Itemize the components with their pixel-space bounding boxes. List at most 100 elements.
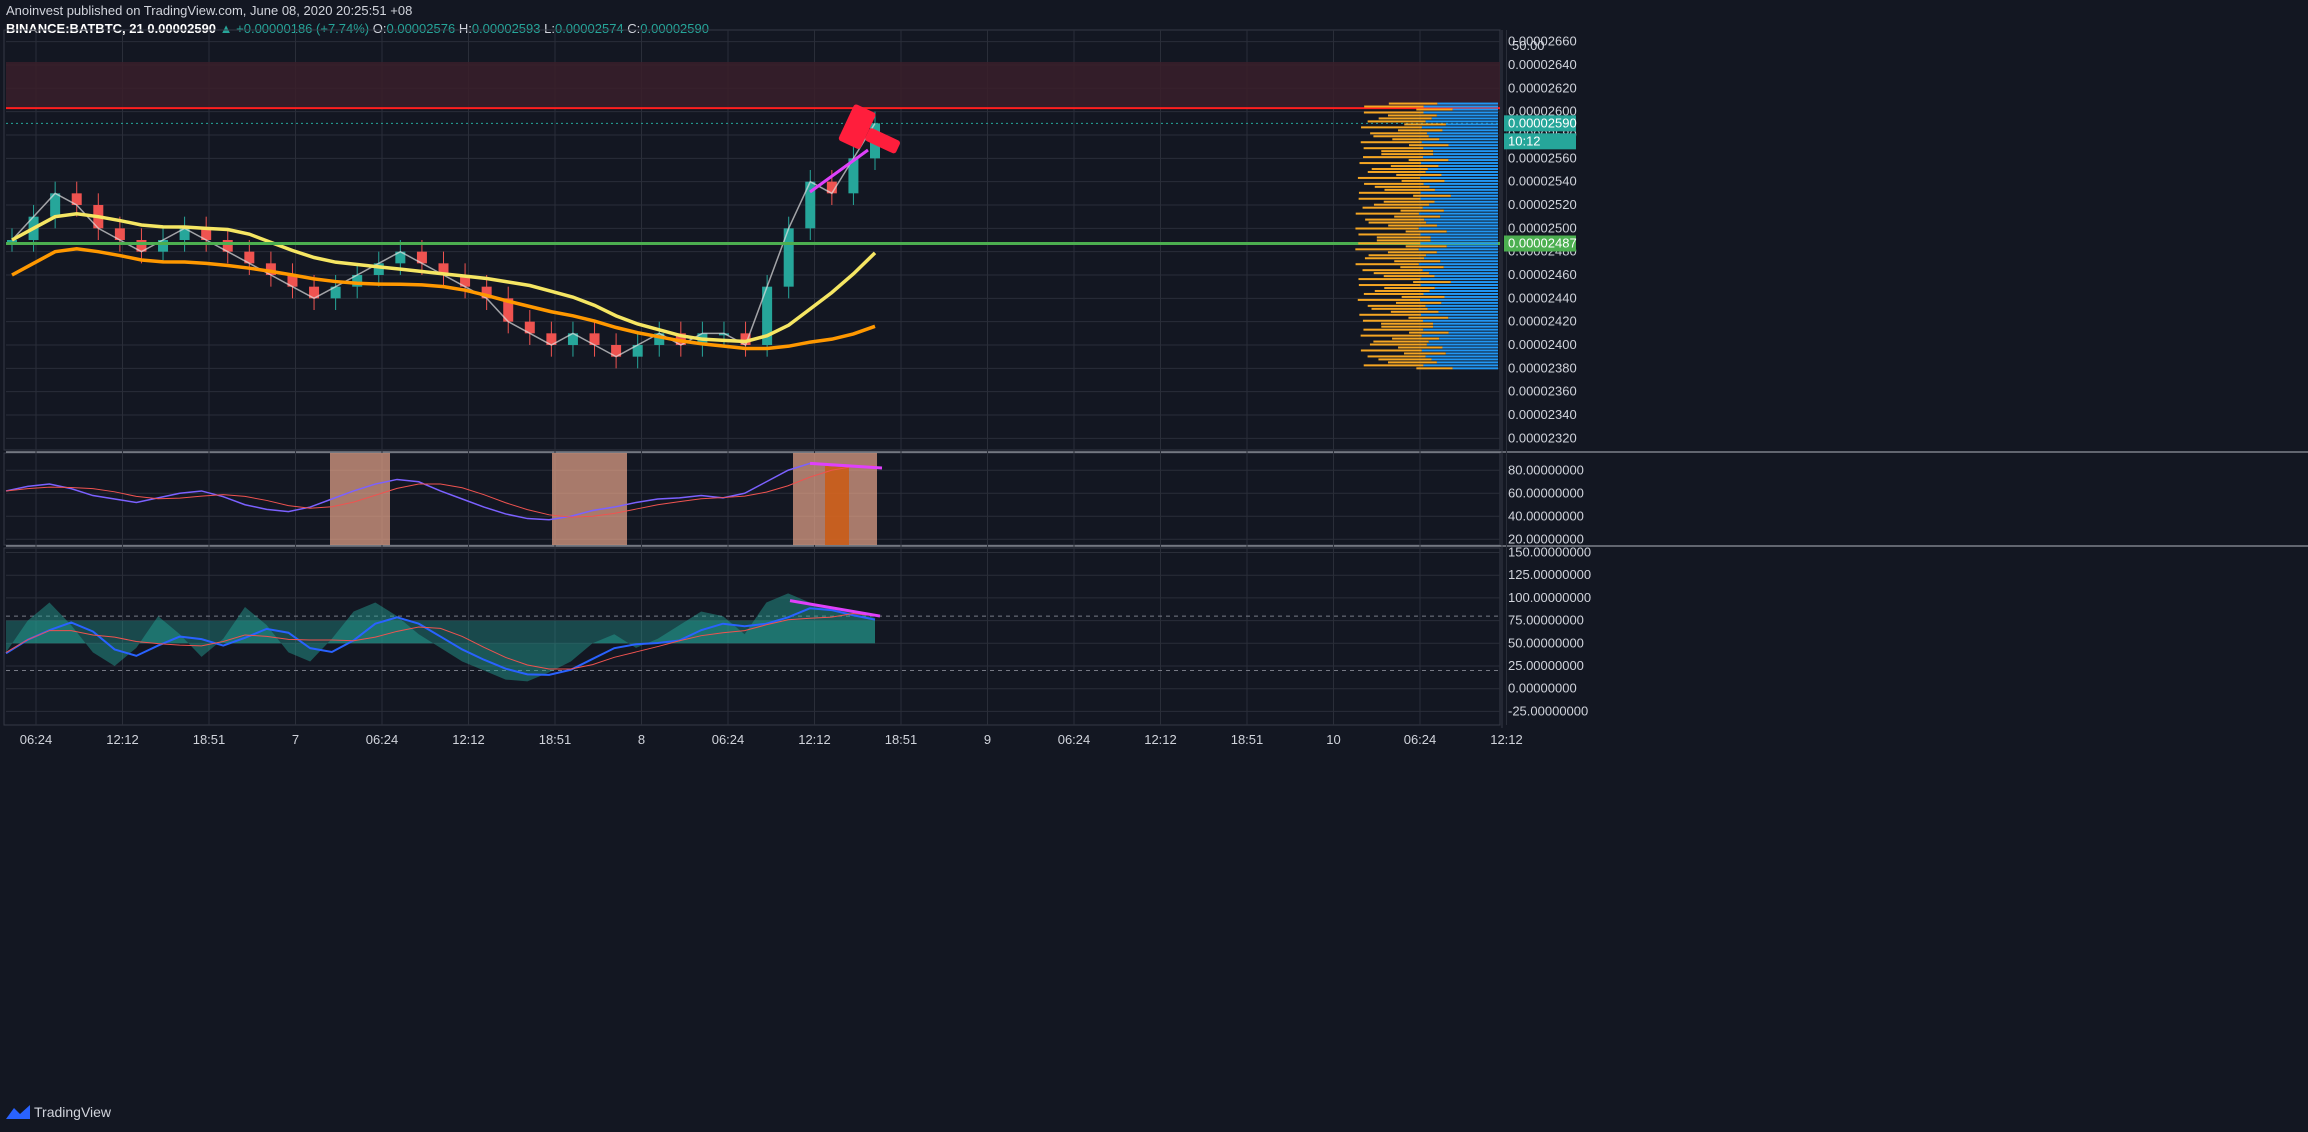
volume-profile-bar <box>1378 117 1432 120</box>
volume-profile-bar <box>1387 361 1437 364</box>
volume-profile-bar <box>1420 278 1498 281</box>
volume-profile-bar <box>1428 135 1498 138</box>
volume-profile-bar <box>1371 168 1428 171</box>
volume-profile-bar <box>1427 307 1498 310</box>
volume-profile-bar <box>1358 242 1421 245</box>
time-tick-label: 06:24 <box>1404 732 1437 747</box>
volume-profile-bar <box>1373 135 1429 138</box>
volume-profile-bar <box>1426 254 1498 257</box>
volume-profile-bar <box>1421 334 1498 337</box>
volume-profile-bar <box>1374 185 1430 188</box>
time-tick-label: 8 <box>638 732 645 747</box>
volume-profile-bar <box>1384 188 1435 191</box>
volume-profile-bar <box>1413 194 1451 197</box>
volume-profile-bar <box>1394 215 1441 218</box>
volume-profile-bar <box>1425 304 1498 307</box>
volume-profile-bar <box>1365 218 1425 221</box>
price-tick-label: 0.00002520 <box>1508 197 1577 212</box>
volume-profile-bar <box>1358 233 1421 236</box>
price-tick-label: 0.00002620 <box>1508 80 1577 95</box>
chart-canvas[interactable]: 0.000026600.000026400.000026200.00002600… <box>0 0 2308 1132</box>
price-tick-label: 0.00002340 <box>1508 407 1577 422</box>
countdown-badge-text: 10:12 <box>1508 133 1541 148</box>
volume-profile-bar <box>1362 269 1423 272</box>
volume-profile-bar <box>1394 260 1441 263</box>
volume-profile-bar <box>1363 328 1424 331</box>
oscillator-panel[interactable] <box>5 593 1500 682</box>
volume-profile-bar <box>1387 251 1437 254</box>
volume-profile-bar <box>1438 165 1498 168</box>
volume-profile-bar <box>1424 257 1498 260</box>
volume-profile-bar <box>1423 111 1498 114</box>
volume-profile-bar <box>1360 334 1422 337</box>
volume-profile-bar <box>1438 310 1498 313</box>
volume-profile-bar <box>1443 209 1498 212</box>
price-tick-label: 0.00002540 <box>1508 174 1577 189</box>
rsi-line <box>5 462 876 521</box>
volume-profile-bar <box>1423 182 1498 185</box>
volume-profile-bar <box>1448 331 1498 334</box>
volume-profile-bar <box>1434 275 1498 278</box>
volume-profile-bar <box>1381 322 1434 325</box>
volume-profile-bar <box>1436 114 1498 117</box>
osc-tick-label: 0.00000000 <box>1508 681 1577 696</box>
osc-tick-label: -25.00000000 <box>1508 703 1588 718</box>
volume-profile-bar <box>1383 275 1435 278</box>
volume-profile-bar <box>1381 325 1434 328</box>
volume-profile-bar <box>1446 245 1498 248</box>
volume-profile-bar <box>1418 212 1498 215</box>
volume-profile-bar <box>1423 156 1498 159</box>
volume-profile-bar <box>1420 242 1498 245</box>
price-tick-label: 0.00002500 <box>1508 220 1577 235</box>
time-tick-label: 9 <box>984 732 991 747</box>
volume-profile-bar <box>1429 203 1498 206</box>
volume-profile-bar <box>1442 129 1498 132</box>
volume-profile-bar <box>1368 221 1427 224</box>
price-tick-label: 0.00002420 <box>1508 314 1577 329</box>
time-tick-label: 18:51 <box>193 732 226 747</box>
volume-profile-bar <box>1426 343 1498 346</box>
volume-profile-bar <box>1376 239 1431 242</box>
overbought-shading <box>330 453 390 545</box>
footer-brand[interactable]: TradingView <box>6 1104 111 1120</box>
volume-profile-bar <box>1452 108 1498 111</box>
volume-profile-bar <box>1373 203 1430 206</box>
volume-profile-bar <box>1450 194 1498 197</box>
price-panel[interactable] <box>6 62 1500 370</box>
volume-profile-bar <box>1358 197 1421 200</box>
brand-name: TradingView <box>34 1104 112 1120</box>
volume-profile-bar <box>1416 108 1453 111</box>
rsi-panel[interactable] <box>5 453 883 545</box>
volume-profile-bar <box>1450 281 1498 284</box>
time-tick-label: 7 <box>292 732 299 747</box>
volume-profile-bar <box>1378 358 1432 361</box>
countdown-badge: 10:12 <box>1504 133 1576 150</box>
volume-profile-bar <box>1431 117 1498 120</box>
overbought-highlight <box>825 466 849 545</box>
time-axis[interactable]: 06:24 12:12 18:51 7 06:24 12:12 18:51 8 06:24 12:… <box>20 732 1523 747</box>
volume-profile-bar <box>1433 150 1498 153</box>
volume-profile-bar <box>1446 230 1498 233</box>
volume-profile-bar <box>1434 287 1498 290</box>
resistance-zone <box>6 62 1500 109</box>
volume-profile-bar <box>1390 165 1439 168</box>
volume-profile-bar <box>1363 111 1424 114</box>
volume-profile-bar <box>1373 340 1429 343</box>
volume-profile-bar <box>1404 123 1446 126</box>
volume-profile-bar <box>1390 310 1439 313</box>
volume-profile-bar <box>1418 263 1498 266</box>
price-tick-label: 0.00002560 <box>1508 150 1577 165</box>
volume-profile-bar <box>1363 156 1424 159</box>
volume-profile-bar <box>1361 126 1422 129</box>
volume-profile-bar <box>1439 337 1498 340</box>
volume-profile-bar <box>1398 129 1443 132</box>
volume-profile-bar <box>1388 102 1438 105</box>
price-tick-label: 0.00002380 <box>1508 360 1577 375</box>
volume-profile-bar <box>1421 141 1498 144</box>
osc-tick-label: 100.00000000 <box>1508 590 1591 605</box>
volume-profile-bar <box>1429 289 1498 292</box>
volume-profile-bar <box>1358 278 1421 281</box>
volume-profile-bar <box>1426 221 1498 224</box>
volume-profile-bar <box>1383 200 1435 203</box>
price-axis[interactable]: 0.000026600.000026400.000026200.00002600… <box>1504 34 1591 719</box>
